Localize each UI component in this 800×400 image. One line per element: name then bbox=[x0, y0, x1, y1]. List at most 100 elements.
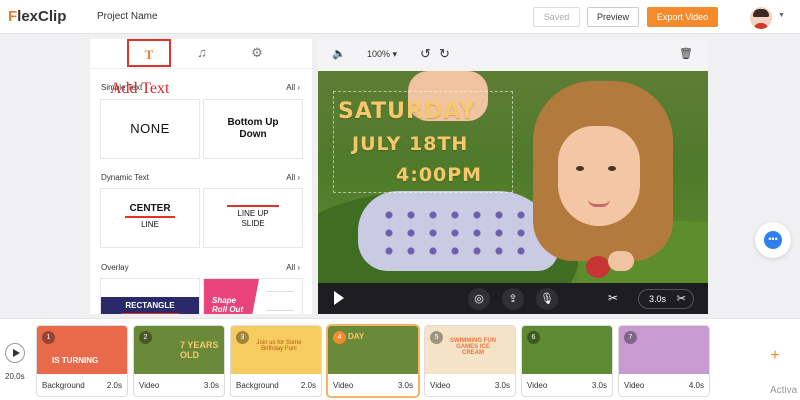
clip-index: 1 bbox=[42, 331, 55, 344]
trash-icon[interactable]: 🗑 bbox=[679, 47, 693, 60]
text-style-bottom-up-down[interactable]: Bottom Up Down bbox=[204, 100, 302, 158]
text-style-none[interactable]: NONE bbox=[101, 100, 199, 158]
avatar-hair bbox=[753, 9, 769, 17]
card-line1: CENTER bbox=[129, 203, 171, 214]
clip-thumb-text: Join us for Some Birthday Fun! bbox=[256, 340, 302, 352]
export-video-button[interactable]: Export Video bbox=[647, 7, 718, 27]
volume-icon[interactable]: 🔈 bbox=[332, 47, 346, 60]
add-text-annotation: Add Text bbox=[110, 80, 170, 97]
clip-duration: 2.0s bbox=[106, 381, 122, 390]
card-label: Shape Roll Out bbox=[212, 296, 243, 314]
timeline-clip[interactable]: 7 YEARS OLD 2 Video 3.0s bbox=[134, 326, 224, 396]
zoom-dropdown[interactable]: 100% ▾ bbox=[367, 49, 397, 60]
clip-meta: Video 4.0s bbox=[619, 374, 709, 396]
clip-thumb-text: DAY bbox=[348, 332, 365, 341]
microphone-icon[interactable]: 🎙 bbox=[536, 288, 558, 310]
clip-type: Background bbox=[42, 381, 85, 390]
video-canvas[interactable]: SATURDAY JULY 18TH 4:00PM bbox=[318, 71, 708, 283]
preview-toolbar: 🔈 100% ▾ ↺ ↻ 🗑 bbox=[318, 39, 708, 71]
scissors-icon[interactable]: ✂ bbox=[677, 290, 686, 308]
dress-pattern bbox=[378, 206, 538, 256]
globe-icon[interactable]: ◎ bbox=[468, 288, 490, 310]
section-title-overlay: Overlay bbox=[101, 263, 129, 272]
overlay-all-link[interactable]: All › bbox=[286, 263, 300, 272]
clip-meta: Video 3.0s bbox=[425, 374, 515, 396]
trim-icon[interactable]: ✂ bbox=[608, 291, 618, 305]
clip-index: 7 bbox=[624, 331, 637, 344]
clip-type: Video bbox=[333, 381, 354, 390]
avatar-shirt bbox=[754, 23, 768, 29]
undo-icon[interactable]: ↺ bbox=[420, 46, 431, 62]
play-icon[interactable] bbox=[334, 291, 344, 305]
timeline-clip[interactable]: 7 Video 4.0s bbox=[619, 326, 709, 396]
gear-icon[interactable]: ⚙ bbox=[235, 39, 279, 67]
clip-duration: 3.0s bbox=[591, 381, 607, 390]
clip-duration: 3.0s bbox=[397, 381, 413, 390]
girl-face bbox=[558, 126, 640, 226]
clip-meta: Video 3.0s bbox=[522, 374, 612, 396]
timeline-clip[interactable]: SWIMMING FUN GAMES ICE CREAM 5 Video 3.0… bbox=[425, 326, 515, 396]
os-watermark: Activa bbox=[770, 385, 798, 396]
clip-type: Video bbox=[139, 381, 160, 390]
card-line2: LINE bbox=[141, 220, 159, 229]
project-name[interactable]: Project Name bbox=[97, 11, 158, 22]
text-style-line-up-slide[interactable]: LINE UP SLIDE bbox=[204, 189, 302, 247]
card-label: NONE bbox=[130, 121, 170, 136]
timeline-clip-selected[interactable]: DAY 4 Video 3.0s bbox=[328, 326, 418, 396]
overlay-text-line[interactable]: SATURDAY bbox=[338, 99, 476, 124]
clip-meta: Video 3.0s bbox=[134, 374, 224, 396]
girl-eye bbox=[608, 166, 616, 171]
timeline-clip[interactable]: Join us for Some Birthday Fun! 3 Backgro… bbox=[231, 326, 321, 396]
text-panel: T ♫ ⚙ Simple Text All › Add Text NONE Bo… bbox=[90, 39, 312, 314]
all-label: All bbox=[286, 263, 296, 272]
saved-button[interactable]: Saved bbox=[533, 7, 580, 27]
overlay-style-shape-roll-out[interactable]: Shape Roll Out bbox=[204, 279, 302, 314]
chat-button[interactable]: ••• bbox=[755, 222, 791, 258]
overlay-text-line[interactable]: 4:00PM bbox=[396, 164, 482, 186]
flexclip-logo[interactable]: FlexClip bbox=[8, 8, 66, 25]
video-preview: 🔈 100% ▾ ↺ ↻ 🗑 SATURDAY JULY 18TH 4:00PM… bbox=[318, 39, 708, 314]
clip-type: Video bbox=[624, 381, 645, 390]
zoom-value: 100% bbox=[367, 49, 391, 59]
text-icon[interactable]: T bbox=[127, 39, 171, 67]
chevron-down-icon[interactable]: ▼ bbox=[778, 12, 785, 19]
clip-meta: Background 2.0s bbox=[37, 374, 127, 396]
clip-type: Background bbox=[236, 381, 279, 390]
clip-duration: 3.0s bbox=[649, 294, 667, 304]
upload-icon[interactable]: ⇪ bbox=[502, 288, 524, 310]
timeline-clip[interactable]: 6 Video 3.0s bbox=[522, 326, 612, 396]
card-line2: Roll Out bbox=[212, 305, 244, 314]
overlay-text-line[interactable]: JULY 18TH bbox=[352, 133, 468, 155]
card-label: RECTANGLE bbox=[125, 301, 175, 310]
clip-index: 2 bbox=[139, 331, 152, 344]
girl-eye bbox=[576, 166, 584, 171]
chat-icon: ••• bbox=[764, 231, 782, 249]
redo-icon[interactable]: ↻ bbox=[439, 46, 450, 62]
logo-mark: F bbox=[8, 8, 18, 25]
text-style-center-line[interactable]: CENTER LINE bbox=[101, 189, 199, 247]
card-line2: SLIDE bbox=[241, 219, 265, 228]
timeline-clip[interactable]: IS TURNING 1 Background 2.0s bbox=[37, 326, 127, 396]
clip-thumb-text: IS TURNING bbox=[52, 356, 99, 365]
rect-accent bbox=[121, 313, 179, 314]
card-line1: LINE UP bbox=[237, 209, 269, 218]
music-icon[interactable]: ♫ bbox=[180, 39, 224, 67]
clip-duration-control[interactable]: 3.0s ✂ bbox=[638, 289, 694, 309]
all-label: All bbox=[286, 173, 296, 182]
card-underline bbox=[125, 216, 175, 218]
clip-index: 4 bbox=[333, 331, 346, 344]
overlay-style-rectangle[interactable]: RECTANGLE bbox=[101, 279, 199, 314]
clip-index: 5 bbox=[430, 331, 443, 344]
clip-index: 6 bbox=[527, 331, 540, 344]
clip-meta: Background 2.0s bbox=[231, 374, 321, 396]
add-clip-icon[interactable]: + bbox=[766, 347, 784, 365]
clip-duration: 3.0s bbox=[203, 381, 219, 390]
dynamic-text-all-link[interactable]: All › bbox=[286, 173, 300, 182]
preview-button[interactable]: Preview bbox=[587, 7, 639, 27]
clip-duration: 4.0s bbox=[688, 381, 704, 390]
apple bbox=[586, 256, 610, 278]
timeline-play-button[interactable] bbox=[5, 343, 25, 363]
simple-text-all-link[interactable]: All › bbox=[286, 83, 300, 92]
card-line1: Bottom Up bbox=[227, 117, 279, 128]
avatar[interactable] bbox=[750, 7, 772, 29]
